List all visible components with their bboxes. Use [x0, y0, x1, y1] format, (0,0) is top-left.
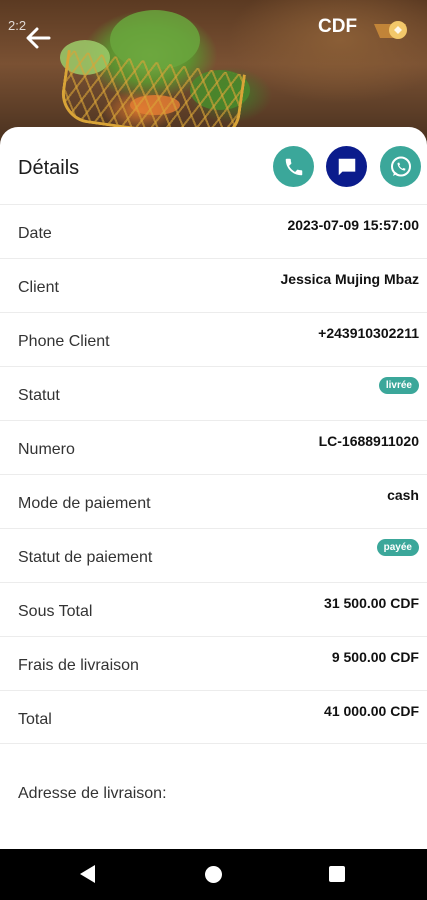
detail-value: 31 500.00 CDF: [324, 595, 419, 611]
detail-row-subtotal: Sous Total 31 500.00 CDF: [0, 582, 427, 636]
detail-row-payment-mode: Mode de paiement cash: [0, 474, 427, 528]
detail-value: cash: [387, 487, 419, 503]
detail-row-total: Total 41 000.00 CDF: [0, 690, 427, 744]
detail-label: Numero: [18, 441, 75, 458]
detail-row-payment-status: Statut de paiement payée: [0, 528, 427, 582]
detail-row-number: Numero LC-1688911020: [0, 420, 427, 474]
nav-recents-icon[interactable]: [329, 866, 345, 882]
nav-home-icon[interactable]: [205, 866, 222, 883]
detail-label: Mode de paiement: [18, 495, 151, 512]
detail-row-status: Statut livrée: [0, 366, 427, 420]
whatsapp-icon: [390, 156, 411, 176]
card-header: Détails: [0, 127, 427, 204]
sms-button[interactable]: [326, 146, 367, 187]
currency-label[interactable]: CDF: [318, 16, 357, 38]
detail-value: 2023-07-09 15:57:00: [287, 217, 419, 233]
detail-label: Phone Client: [18, 333, 110, 350]
detail-label: Statut de paiement: [18, 549, 153, 566]
detail-label: Frais de livraison: [18, 657, 139, 674]
detail-label: Sous Total: [18, 603, 93, 620]
status-badge: livrée: [378, 377, 419, 394]
details-list: Date 2023-07-09 15:57:00 Client Jessica …: [0, 204, 427, 744]
call-button[interactable]: [273, 146, 314, 187]
detail-value: Jessica Mujing Mbaz: [280, 271, 419, 287]
detail-value: +243910302211: [318, 325, 419, 341]
payment-status-badge: payée: [376, 539, 419, 556]
detail-row-client: Client Jessica Mujing Mbaz: [0, 258, 427, 312]
detail-row-phone: Phone Client +243910302211: [0, 312, 427, 366]
detail-value: 9 500.00 CDF: [331, 649, 419, 665]
detail-label: Date: [18, 225, 52, 242]
detail-row-delivery-fee: Frais de livraison 9 500.00 CDF: [0, 636, 427, 690]
cart-button[interactable]: [372, 16, 408, 44]
back-button[interactable]: [22, 22, 54, 54]
detail-row-date: Date 2023-07-09 15:57:00: [0, 204, 427, 258]
arrow-left-icon: [26, 27, 51, 49]
nav-back-icon[interactable]: [80, 865, 95, 883]
message-icon: [338, 158, 355, 175]
detail-label: Client: [18, 279, 59, 296]
whatsapp-button[interactable]: [380, 146, 421, 187]
delivery-address-label: Adresse de livraison:: [18, 785, 167, 802]
phone-icon: [285, 158, 302, 175]
detail-label: Statut: [18, 387, 60, 404]
system-nav-bar: [0, 849, 427, 900]
cart-icon: [374, 21, 407, 39]
detail-label: Total: [18, 711, 52, 728]
page-title: Détails: [18, 157, 80, 179]
detail-value: 41 000.00 CDF: [324, 703, 419, 719]
details-card: Détails Date 2023-07-09 15:57:00 Client: [0, 127, 427, 849]
detail-value: LC-1688911020: [318, 433, 419, 449]
